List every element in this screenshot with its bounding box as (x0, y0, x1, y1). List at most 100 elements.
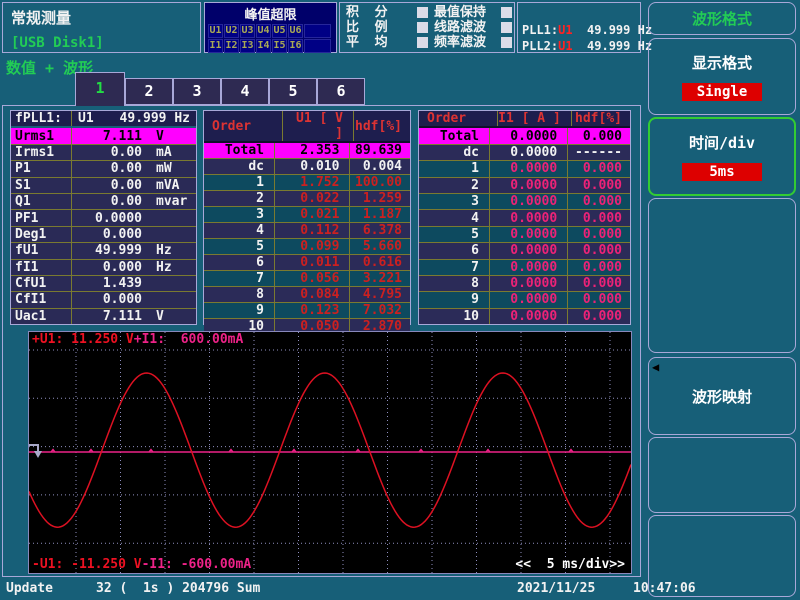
hdf-cell: 0.000 (568, 129, 630, 144)
order-cell: 1 (204, 175, 275, 190)
peak-cell-u6: U6 (288, 24, 303, 38)
peak-cell-u2: U2 (224, 24, 239, 38)
peak-cell-i6: I6 (288, 39, 303, 53)
hdf-cell: 3.221 (350, 271, 410, 286)
u1-scale-bottom: -U1: -11.250 V (32, 557, 142, 572)
checkbox[interactable] (417, 37, 428, 48)
table-row: 90.00000.000 (419, 292, 630, 308)
col-value: U1 [ V ] (283, 111, 354, 141)
softkey-显示格式[interactable]: 显示格式Single (648, 38, 796, 115)
value-cell: 0.0000 (490, 309, 568, 324)
u1-trace (29, 373, 631, 527)
param-name: fI1 (11, 260, 72, 275)
harmonic-header: OrderI1 [ A ]hdf[%] (419, 111, 630, 128)
table-row: 100.00000.000 (419, 309, 630, 324)
param-name: PF1 (11, 210, 72, 225)
status-bar: Update 32 ( 1s ) 204796 Sum 2021/11/25 1… (0, 578, 644, 600)
harmonic-table-current: OrderI1 [ A ]hdf[%]Total0.00000.000dc0.0… (418, 110, 631, 325)
value-cell: 0.022 (275, 191, 350, 206)
pll-box: PLL1:U1 49.999 HzPLL2:U1 49.999 Hz (517, 2, 641, 53)
tab-1[interactable]: 1 (75, 72, 125, 106)
toggle-column-right: 最值保持线路滤波频率滤波 (434, 5, 512, 50)
param-value: 0.00 (72, 178, 146, 193)
hdf-cell: 0.000 (568, 227, 630, 242)
param-value: 1.439 (72, 276, 146, 291)
tab-3[interactable]: 3 (173, 78, 221, 105)
table-row: 60.0110.616 (204, 255, 410, 271)
value-cell: 1.752 (275, 175, 350, 190)
toggle-label: 平 均 (346, 35, 388, 50)
order-cell: dc (204, 159, 275, 174)
hdf-cell: 7.032 (350, 303, 410, 318)
toggle-row: 积 分 (346, 5, 428, 20)
header-left-box: 常规测量 [USB Disk1] (2, 2, 201, 53)
pll-value: 49.999 Hz (573, 23, 652, 37)
table-row: Deg10.000 (11, 227, 196, 243)
toggle-row: 比 例 (346, 20, 428, 35)
measure-options-box: 积 分比 例平 均 最值保持线路滤波频率滤波 (339, 2, 515, 53)
table-row: 20.00000.000 (419, 178, 630, 194)
peak-cell-i4: I4 (256, 39, 271, 53)
measurement-table-header: fPLL1:U149.999 Hz (11, 111, 196, 128)
softkey-empty[interactable] (648, 437, 796, 513)
value-cell: 0.084 (275, 287, 350, 302)
hdf-cell: 0.000 (568, 178, 630, 193)
order-cell: 6 (204, 255, 275, 270)
order-cell: Total (204, 143, 275, 158)
col-value: I1 [ A ] (498, 111, 572, 126)
peak-cell-empty (304, 39, 331, 53)
tab-2[interactable]: 2 (125, 78, 173, 105)
checkbox[interactable] (417, 7, 428, 18)
tab-6[interactable]: 6 (317, 78, 365, 105)
peak-cell-u1: U1 (208, 24, 223, 38)
checkbox[interactable] (501, 22, 512, 33)
value-cell: 0.0000 (490, 292, 568, 307)
table-row: 10.00000.000 (419, 161, 630, 177)
order-cell: 8 (419, 276, 490, 291)
param-value: 0.00 (72, 161, 146, 176)
param-name: Urms1 (11, 128, 72, 143)
order-cell: 7 (419, 260, 490, 275)
param-unit: Hz (146, 243, 196, 258)
checkbox[interactable] (501, 37, 512, 48)
table-row: 70.00000.000 (419, 260, 630, 276)
softkey-波形映射[interactable]: ◀波形映射 (648, 357, 796, 435)
i1-scale-top: +I1: 600.00mA (134, 332, 244, 347)
toggle-column-left: 积 分比 例平 均 (346, 5, 428, 50)
param-value: 0.00 (72, 194, 146, 209)
value-cell: 0.0000 (490, 276, 568, 291)
softkey-时间/div[interactable]: 时间/div5ms (648, 117, 796, 196)
table-row: CfI10.000 (11, 292, 196, 308)
table-row: Q10.00mvar (11, 194, 196, 210)
softkey-empty[interactable] (648, 515, 796, 597)
tab-4[interactable]: 4 (221, 78, 269, 105)
waveform-scale-bottom: -U1: -11.250 V-I1: -600.00mA (32, 557, 251, 572)
checkbox[interactable] (417, 22, 428, 33)
param-value: 0.000 (72, 292, 146, 307)
table-row: CfU11.439 (11, 276, 196, 292)
value-cell: 0.011 (275, 255, 350, 270)
value-cell: 0.099 (275, 239, 350, 254)
param-name: Irms1 (11, 145, 72, 160)
softkey-empty[interactable] (648, 198, 796, 353)
table-row: S10.00mVA (11, 178, 196, 194)
update-label: Update (6, 581, 53, 596)
hdf-cell: 100.00 (350, 175, 410, 190)
param-name: fU1 (11, 243, 72, 258)
checkbox[interactable] (501, 7, 512, 18)
table-row: Total0.00000.000 (419, 128, 630, 144)
param-value: 7.111 (72, 309, 146, 324)
tab-5[interactable]: 5 (269, 78, 317, 105)
fpll-label: fPLL1: (11, 111, 72, 126)
order-cell: 2 (204, 191, 275, 206)
peak-cell-empty (304, 24, 331, 38)
col-hdf: hdf[%] (572, 111, 630, 126)
waveform-scale-top: +U1: 11.250 V+I1: 600.00mA (32, 332, 243, 347)
pll-label: PLL1: (522, 23, 558, 37)
toggle-label: 积 分 (346, 5, 388, 20)
peak-row-u: U1U2U3U4U5U6 (208, 24, 336, 38)
order-cell: 8 (204, 287, 275, 302)
harmonic-header: OrderU1 [ V ]hdf[%] (204, 111, 410, 143)
pll-label: PLL2: (522, 39, 558, 53)
status-date: 2021/11/25 (517, 581, 595, 596)
